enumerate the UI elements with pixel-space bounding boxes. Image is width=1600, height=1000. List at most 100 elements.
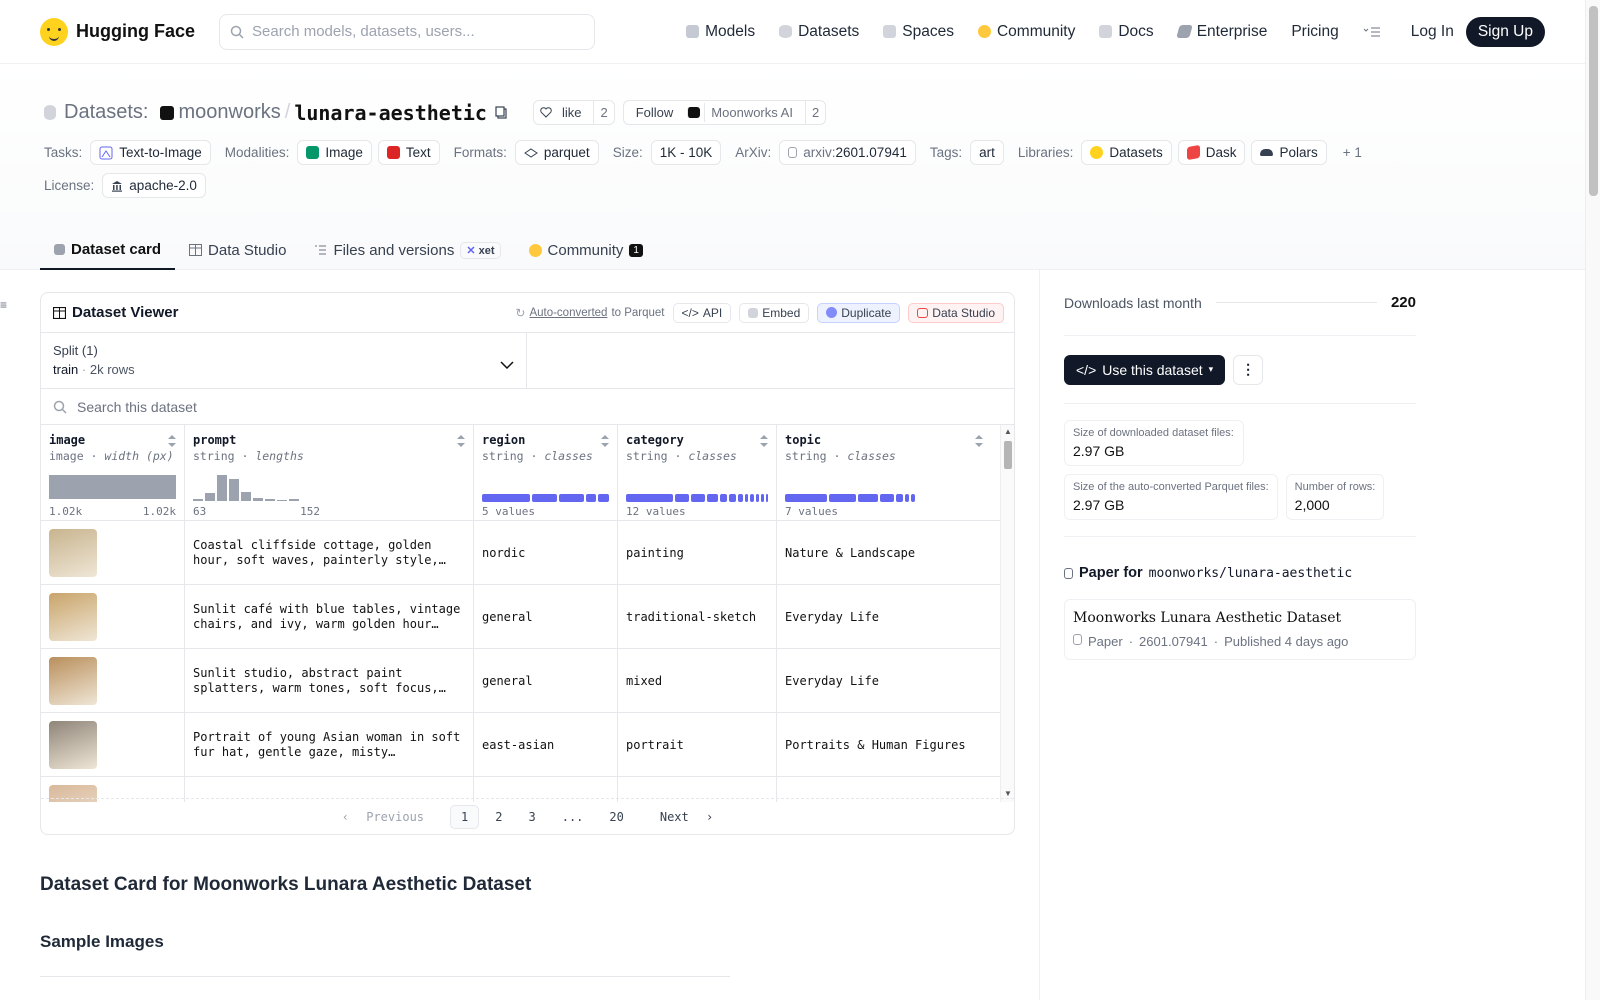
- cell-category[interactable]: traditional-sketch: [618, 585, 777, 648]
- cell-image[interactable]: [41, 585, 185, 648]
- scroll-up-icon[interactable]: ▲: [1004, 427, 1012, 436]
- pager-page-last[interactable]: 20: [599, 806, 633, 828]
- table-row[interactable]: Sunlit studio, abstract paint splatters,…: [41, 649, 1014, 713]
- size-tag[interactable]: 1K - 10K: [650, 140, 722, 165]
- nav-community[interactable]: Community: [977, 23, 1075, 41]
- table-row[interactable]: Sunlit café with blue tables, vintage ch…: [41, 585, 1014, 649]
- image-thumbnail[interactable]: [49, 720, 97, 769]
- width-histogram-bar: [49, 475, 176, 499]
- pager-page-2[interactable]: 2: [485, 806, 512, 828]
- stat-min: 1.02k: [49, 505, 83, 518]
- column-category[interactable]: category string · classes 12 values: [618, 425, 777, 520]
- tab-dataset-card[interactable]: Dataset card: [40, 230, 176, 270]
- pager-previous[interactable]: ‹ Previous: [332, 806, 444, 828]
- dataset-search-input[interactable]: Search this dataset: [41, 389, 1014, 425]
- region-value: general: [482, 609, 533, 624]
- tab-data-studio[interactable]: Data Studio: [175, 230, 300, 270]
- dataset-viewer: Dataset Viewer ↻ Auto-converted to Parquet…: [40, 292, 1015, 835]
- cell-topic[interactable]: Everyday Life: [777, 585, 1001, 648]
- scroll-down-icon[interactable]: ▼: [1004, 789, 1012, 798]
- format-tag[interactable]: parquet: [514, 140, 599, 165]
- image-thumbnail[interactable]: [49, 528, 97, 577]
- table-row[interactable]: Portrait of young Asian woman in soft fu…: [41, 713, 1014, 777]
- cell-prompt[interactable]: Sunlit café with blue tables, vintage ch…: [185, 585, 474, 648]
- sort-icon[interactable]: [168, 435, 176, 447]
- grid-scrollbar[interactable]: ▼ ▲: [1000, 425, 1014, 802]
- sidebar-toggle-icon[interactable]: ≡: [0, 298, 7, 312]
- auto-converted-link[interactable]: ↻ Auto-converted to Parquet: [515, 306, 664, 320]
- sort-icon[interactable]: [457, 435, 465, 447]
- repo-name[interactable]: lunara-aesthetic: [294, 101, 487, 125]
- cell-prompt[interactable]: Sunlit studio, abstract paint splatters,…: [185, 649, 474, 712]
- sort-icon[interactable]: [975, 435, 983, 447]
- page-scrollbar[interactable]: [1585, 0, 1600, 1000]
- column-prompt[interactable]: prompt string · lengths 63 152: [185, 425, 474, 520]
- license-tag[interactable]: apache-2.0: [102, 173, 206, 198]
- library-polars-tag[interactable]: Polars: [1251, 140, 1327, 165]
- tab-files-versions[interactable]: Files and versions ✕ xet: [300, 230, 514, 270]
- column-topic[interactable]: topic string · classes 7 values: [777, 425, 1001, 520]
- signup-button[interactable]: Sign Up: [1465, 16, 1545, 47]
- cell-category[interactable]: mixed: [618, 649, 777, 712]
- follow-button[interactable]: Follow Moonworks AI 2: [622, 100, 827, 125]
- cell-image[interactable]: [41, 521, 185, 584]
- cell-category[interactable]: painting: [618, 521, 777, 584]
- repo-owner[interactable]: moonworks: [178, 101, 280, 124]
- nav-datasets[interactable]: Datasets: [779, 23, 859, 41]
- login-link[interactable]: Log In: [1411, 23, 1454, 41]
- nav-docs-label: Docs: [1118, 22, 1154, 40]
- cell-prompt[interactable]: Coastal cliffside cottage, golden hour, …: [185, 521, 474, 584]
- cell-region[interactable]: general: [474, 585, 618, 648]
- column-image[interactable]: image image · width (px) 1.02k 1.02k: [41, 425, 185, 520]
- task-tag[interactable]: Text-to-Image: [90, 140, 211, 165]
- cell-region[interactable]: east-asian: [474, 713, 618, 776]
- arxiv-tag[interactable]: arxiv: 2601.07941: [779, 140, 916, 165]
- column-region[interactable]: region string · classes 5 values: [474, 425, 618, 520]
- sort-icon[interactable]: [760, 435, 768, 447]
- modality-image-tag[interactable]: Image: [297, 140, 372, 165]
- more-options-button[interactable]: ⋮: [1233, 354, 1264, 385]
- tab-community[interactable]: Community 1: [515, 230, 657, 270]
- like-button[interactable]: like 2: [532, 100, 615, 125]
- split-selector[interactable]: Split (1) train · 2k rows: [41, 333, 527, 388]
- embed-button[interactable]: Embed: [739, 302, 810, 323]
- duplicate-button[interactable]: Duplicate: [817, 302, 901, 323]
- cell-prompt[interactable]: Portrait of young Asian woman in soft fu…: [185, 713, 474, 776]
- data-studio-button[interactable]: Data Studio: [908, 302, 1004, 323]
- nav-models[interactable]: Models: [686, 23, 755, 41]
- table-row[interactable]: Coastal cliffside cottage, golden hour, …: [41, 521, 1014, 585]
- library-dask-tag[interactable]: Dask: [1177, 140, 1246, 165]
- art-tag[interactable]: art: [970, 140, 1004, 165]
- copy-icon[interactable]: [495, 105, 509, 120]
- cell-image[interactable]: [41, 649, 185, 712]
- brand-logo[interactable]: Hugging Face: [40, 17, 195, 46]
- pager-page-1[interactable]: 1: [450, 804, 480, 829]
- nav-enterprise[interactable]: Enterprise: [1175, 23, 1267, 41]
- pager-next[interactable]: Next ›: [640, 806, 723, 828]
- cell-topic[interactable]: Portraits & Human Figures: [777, 713, 1001, 776]
- page-scrollbar-thumb[interactable]: [1589, 6, 1598, 196]
- nav-pricing[interactable]: Pricing: [1291, 23, 1338, 41]
- image-thumbnail[interactable]: [49, 592, 97, 641]
- use-dataset-button[interactable]: </> Use this dataset ▾: [1064, 354, 1226, 385]
- nav-docs[interactable]: Docs: [1099, 22, 1154, 41]
- pager-page-3[interactable]: 3: [518, 806, 545, 828]
- nav-spaces[interactable]: Spaces: [883, 23, 954, 41]
- cell-image[interactable]: [41, 713, 185, 776]
- paper-card[interactable]: Moonworks Lunara Aesthetic Dataset Paper…: [1064, 599, 1416, 660]
- modality-text-tag[interactable]: Text: [377, 140, 440, 165]
- cell-category[interactable]: portrait: [618, 713, 777, 776]
- libraries-more[interactable]: + 1: [1343, 145, 1362, 160]
- nav-more-menu[interactable]: [1363, 26, 1381, 38]
- cell-region[interactable]: nordic: [474, 521, 618, 584]
- cell-topic[interactable]: Everyday Life: [777, 649, 1001, 712]
- sort-icon[interactable]: [601, 435, 609, 447]
- grid-scrollbar-thumb[interactable]: [1004, 441, 1012, 469]
- cell-region[interactable]: general: [474, 649, 618, 712]
- api-button[interactable]: </> API: [672, 302, 732, 323]
- cell-topic[interactable]: Nature & Landscape: [777, 521, 1001, 584]
- image-thumbnail[interactable]: [49, 656, 97, 705]
- library-datasets-tag[interactable]: Datasets: [1081, 140, 1172, 165]
- global-search-input[interactable]: Search models, datasets, users...: [219, 13, 596, 50]
- downloads-section: Downloads last month 220: [1064, 270, 1416, 336]
